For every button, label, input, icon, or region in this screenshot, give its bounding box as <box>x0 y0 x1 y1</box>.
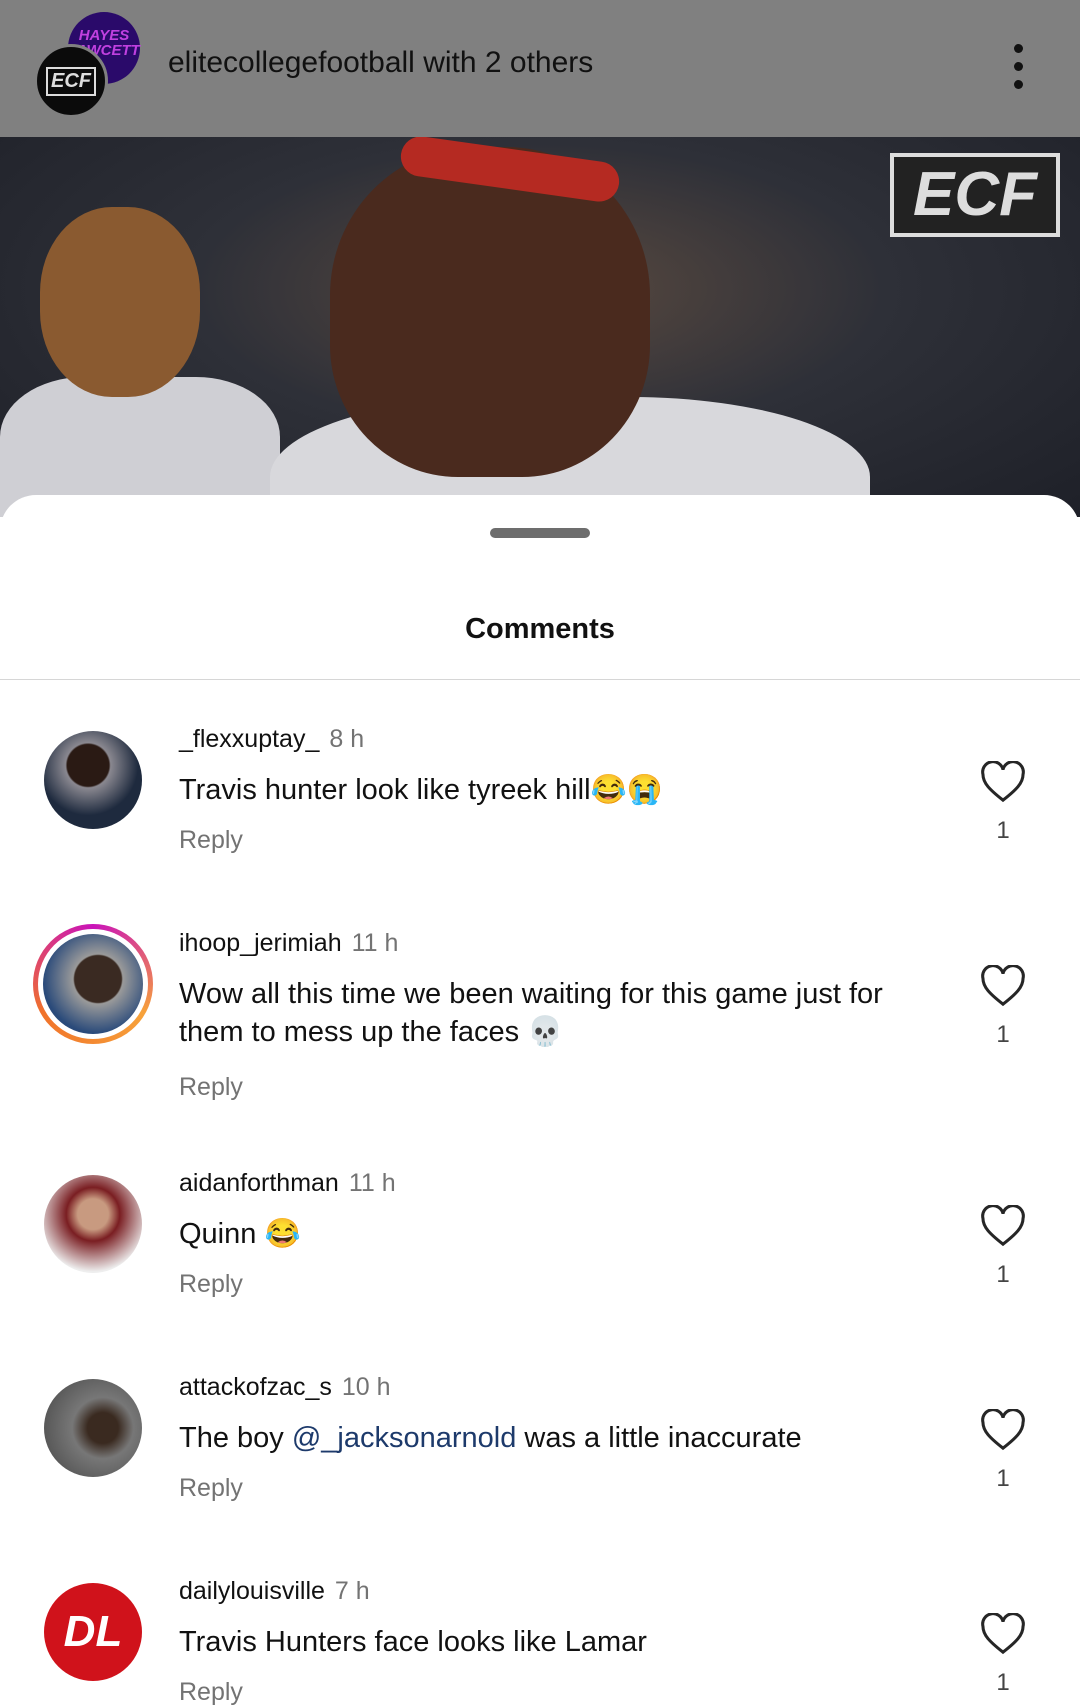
commenter-avatar[interactable] <box>44 1175 142 1273</box>
sheet-title: Comments <box>465 613 615 645</box>
commenter-username[interactable]: _flexxuptay_ <box>179 725 319 753</box>
comment-text: The boy @_jacksonarnold was a little ina… <box>179 1422 802 1454</box>
comments-sheet: Comments <box>0 495 1080 1705</box>
reply-button[interactable]: Reply <box>179 1270 243 1299</box>
post-image: ECF <box>0 137 1080 517</box>
comment-header: aidanforthman 11 h <box>179 1169 396 1198</box>
comment-header: attackofzac_s 10 h <box>179 1373 391 1402</box>
post-authors[interactable]: elitecollegefootball with 2 others <box>168 46 593 80</box>
comment-text: Travis Hunters face looks like Lamar <box>179 1626 647 1658</box>
heart-icon[interactable] <box>980 1612 1026 1655</box>
comment-time: 7 h <box>334 1577 370 1605</box>
others-label[interactable]: with 2 others <box>423 46 593 79</box>
commenter-avatar[interactable] <box>44 1379 142 1477</box>
comment-text: Quinn 😂 <box>179 1218 301 1250</box>
commenter-username[interactable]: dailylouisville <box>179 1577 325 1605</box>
reply-button[interactable]: Reply <box>179 1073 243 1102</box>
heart-icon[interactable] <box>980 1408 1026 1451</box>
comment-header: _flexxuptay_ 8 h <box>179 725 364 754</box>
commenter-avatar[interactable] <box>44 731 142 829</box>
comment-header: ihoop_jerimiah 11 h <box>179 929 398 958</box>
comment-text: Travis hunter look like tyreek hill😂😭 <box>179 774 663 806</box>
comment-text: Wow all this time we been waiting for th… <box>179 978 883 1048</box>
heart-icon[interactable] <box>980 964 1026 1007</box>
reply-button[interactable]: Reply <box>179 1474 243 1503</box>
drag-handle[interactable] <box>490 528 590 538</box>
comment-time: 10 h <box>341 1373 391 1401</box>
commenter-username[interactable]: attackofzac_s <box>179 1373 332 1401</box>
like-count: 1 <box>996 1021 1010 1048</box>
like-count: 1 <box>996 817 1010 844</box>
comment-time: 11 h <box>351 929 399 957</box>
post-header: HAYES FAWCETT ECF elitecollegefootball wi… <box>0 0 1080 137</box>
commenter-username[interactable]: aidanforthman <box>179 1169 339 1197</box>
vertical-ellipsis-icon[interactable] <box>1010 44 1026 90</box>
watermark-logo: ECF <box>890 153 1060 237</box>
mention-link[interactable]: @_jacksonarnold <box>292 1422 517 1454</box>
like-count: 1 <box>996 1261 1010 1288</box>
reply-button[interactable]: Reply <box>179 826 243 855</box>
commenter-avatar[interactable] <box>33 924 153 1044</box>
divider <box>0 679 1080 680</box>
author-avatar[interactable]: ECF <box>34 44 108 118</box>
like-count: 1 <box>996 1465 1010 1492</box>
commenter-username[interactable]: ihoop_jerimiah <box>179 929 342 957</box>
heart-icon[interactable] <box>980 760 1026 803</box>
comment-time: 8 h <box>329 725 365 753</box>
heart-icon[interactable] <box>980 1204 1026 1247</box>
comment-time: 11 h <box>348 1169 396 1197</box>
commenter-avatar[interactable]: DL <box>44 1583 142 1681</box>
author-username[interactable]: elitecollegefootball <box>168 46 415 79</box>
comment-header: dailylouisville 7 h <box>179 1577 370 1606</box>
reply-button[interactable]: Reply <box>179 1678 243 1707</box>
like-count: 1 <box>996 1669 1010 1696</box>
